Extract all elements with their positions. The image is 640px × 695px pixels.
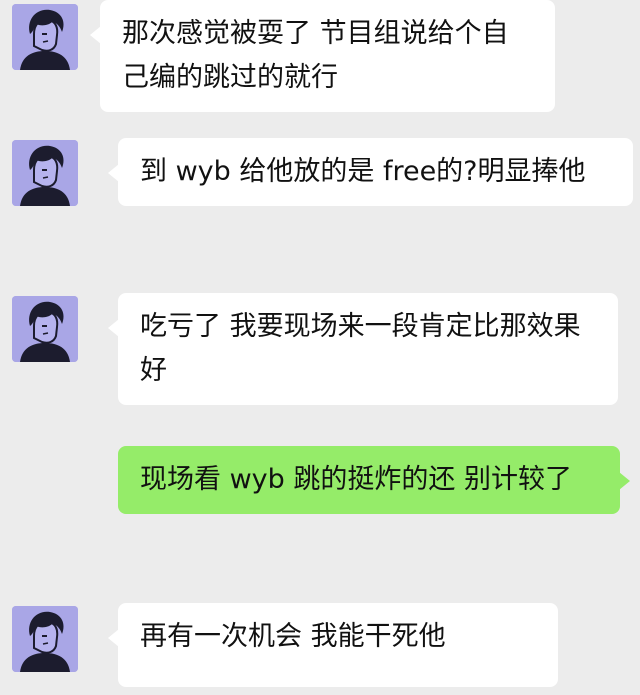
contact-avatar[interactable]: [12, 4, 78, 70]
avatar-portrait-icon: [12, 296, 78, 362]
contact-avatar[interactable]: [12, 296, 78, 362]
avatar-portrait-icon: [12, 606, 78, 672]
message-bubble[interactable]: 吃亏了 我要现场来一段肯定比那效果好: [108, 293, 618, 405]
contact-avatar[interactable]: [12, 140, 78, 206]
contact-avatar[interactable]: [12, 606, 78, 672]
message-bubble[interactable]: 到 wyb 给他放的是 free的?明显捧他: [108, 138, 633, 206]
message-bubble[interactable]: 再有一次机会 我能干死他: [108, 603, 558, 687]
chat-thread: 那次感觉被耍了 节目组说给个自己编的跳过的就行 到 wyb 给他放的是 free…: [0, 0, 640, 695]
message-bubble-outgoing[interactable]: 现场看 wyb 跳的挺炸的还 别计较了: [118, 446, 630, 514]
message-bubble[interactable]: 那次感觉被耍了 节目组说给个自己编的跳过的就行: [90, 0, 555, 112]
avatar-portrait-icon: [12, 4, 78, 70]
avatar-portrait-icon: [12, 140, 78, 206]
